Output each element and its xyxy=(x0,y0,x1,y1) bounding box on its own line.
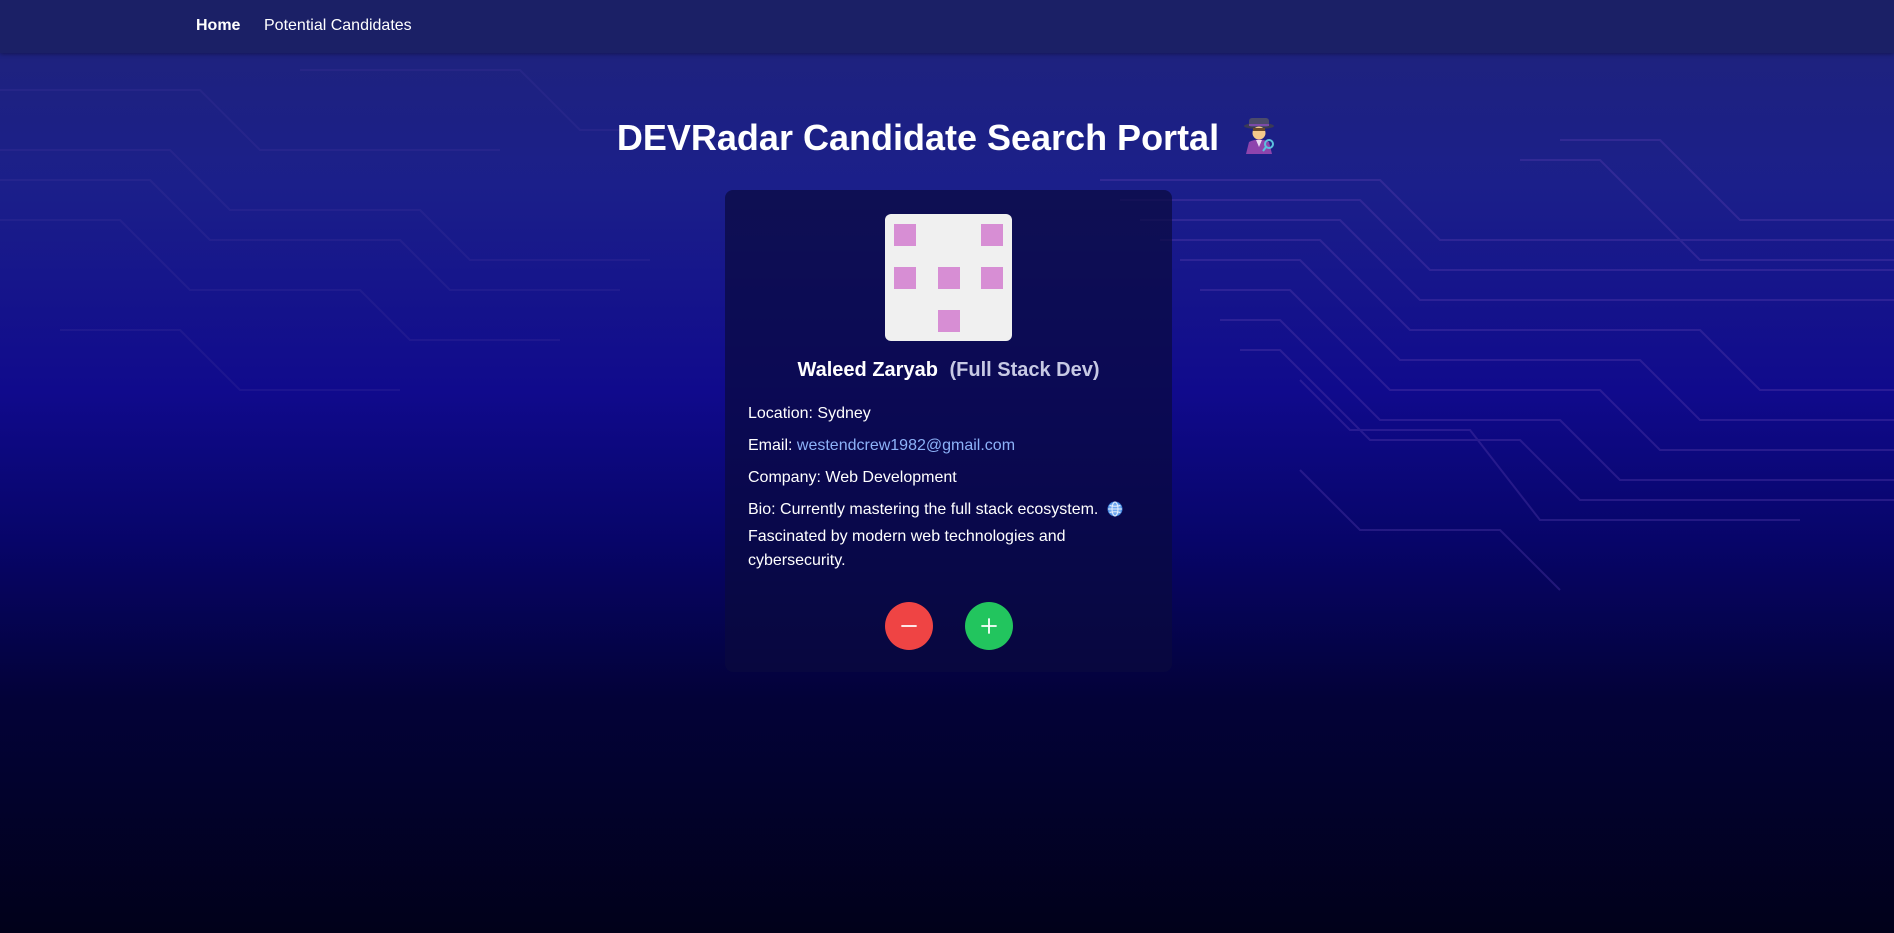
bio-text-2: Fascinated by modern web technologies an… xyxy=(748,528,1066,569)
location-value: Sydney xyxy=(817,405,871,422)
add-candidate-button[interactable] xyxy=(965,602,1013,650)
email-label: Email: xyxy=(748,437,793,454)
page-title: DEVRadar Candidate Search Portal xyxy=(0,116,1894,163)
candidate-role: (Full Stack Dev) xyxy=(949,359,1100,381)
candidate-heading: Waleed Zaryab (Full Stack Dev) xyxy=(725,359,1172,382)
globe-icon xyxy=(1107,501,1123,525)
reject-candidate-button[interactable] xyxy=(885,602,933,650)
page-title-text: DEVRadar Candidate Search Portal xyxy=(616,117,1220,158)
company-value: Web Development xyxy=(825,469,957,486)
detective-emoji-icon xyxy=(1241,116,1277,163)
candidate-location: Location: Sydney xyxy=(748,402,1148,426)
nav-home-link[interactable]: Home xyxy=(196,17,240,35)
candidate-email: Email: westendcrew1982@gmail.com xyxy=(748,434,1148,458)
location-label: Location: xyxy=(748,405,813,422)
candidate-bio: Bio: Currently mastering the full stack … xyxy=(748,498,1148,573)
candidate-company: Company: Web Development xyxy=(748,466,1148,490)
candidate-avatar xyxy=(885,214,1012,341)
navbar: Home Potential Candidates xyxy=(0,0,1894,53)
candidate-name: Waleed Zaryab xyxy=(797,359,938,381)
email-link[interactable]: westendcrew1982@gmail.com xyxy=(797,437,1015,454)
nav-potential-candidates-link[interactable]: Potential Candidates xyxy=(264,17,412,35)
candidate-card: Waleed Zaryab (Full Stack Dev) Location:… xyxy=(725,190,1172,672)
company-label: Company: xyxy=(748,469,821,486)
bio-text-1: Currently mastering the full stack ecosy… xyxy=(780,501,1099,518)
bio-label: Bio: xyxy=(748,501,776,518)
